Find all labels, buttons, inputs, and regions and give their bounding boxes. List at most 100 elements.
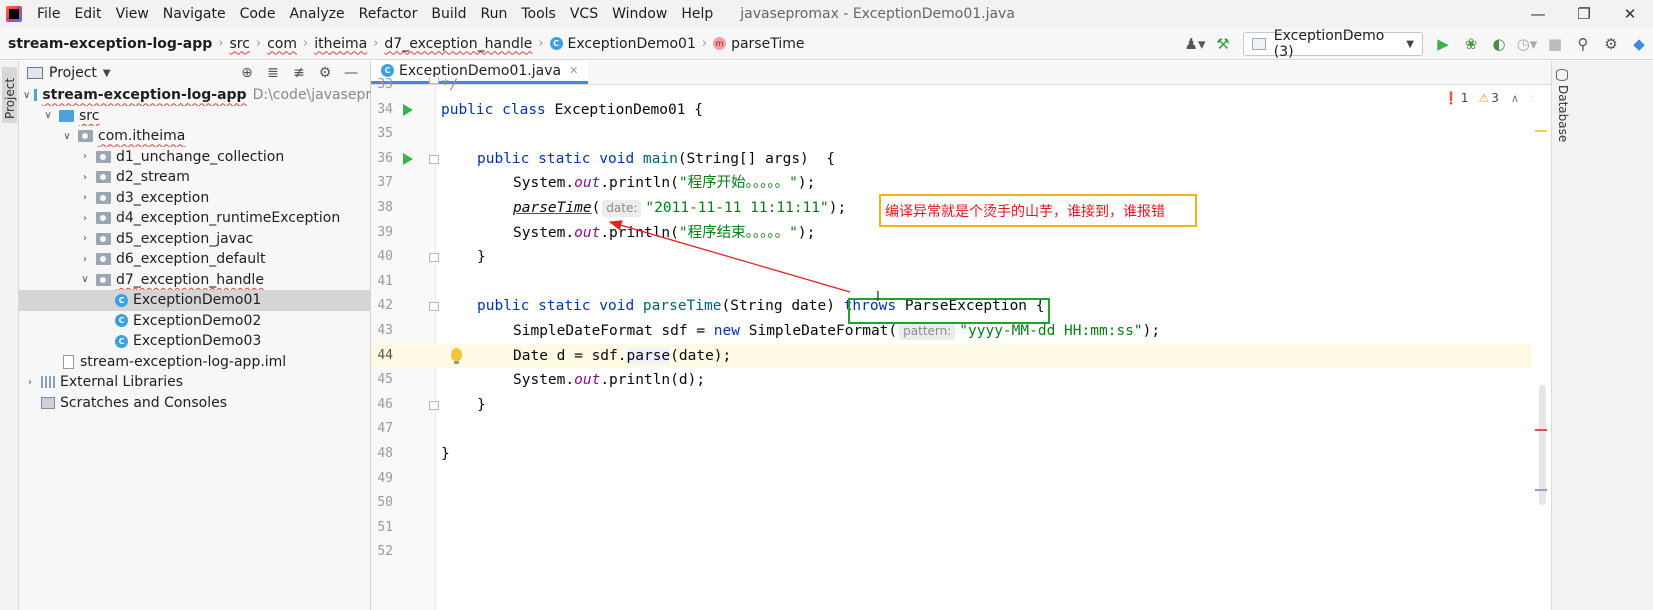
coverage-icon[interactable]: ◐ bbox=[1485, 30, 1513, 58]
keyword: public bbox=[441, 101, 494, 118]
menu-build[interactable]: Build bbox=[424, 6, 473, 22]
tree-item-com-itheima[interactable]: ∨ com.itheima bbox=[19, 126, 371, 147]
menu-vcs[interactable]: VCS bbox=[563, 6, 605, 22]
chevron-right-icon[interactable]: › bbox=[78, 172, 92, 183]
chevron-right-icon[interactable]: › bbox=[78, 213, 92, 224]
tree-item-label: Scratches and Consoles bbox=[60, 394, 227, 411]
menu-refactor[interactable]: Refactor bbox=[352, 6, 425, 22]
tree-item-label: com.itheima bbox=[98, 128, 186, 145]
breadcrumb-class[interactable]: C ExceptionDemo01 bbox=[546, 36, 700, 52]
error-stripe[interactable] bbox=[1533, 85, 1551, 610]
profile-icon[interactable]: ◷▾ bbox=[1513, 30, 1541, 58]
right-tool-strip: Database bbox=[1551, 61, 1653, 610]
tree-item-package[interactable]: › d5_exception_javac bbox=[19, 229, 371, 250]
fold-icon[interactable] bbox=[429, 154, 439, 164]
lightbulb-icon[interactable] bbox=[451, 347, 462, 364]
menu-help[interactable]: Help bbox=[674, 6, 720, 22]
breadcrumb-method[interactable]: m parseTime bbox=[709, 36, 808, 52]
chevron-down-icon[interactable]: ∨ bbox=[60, 131, 74, 142]
gear-icon[interactable]: ⚙ bbox=[312, 65, 338, 81]
close-window-button[interactable]: ✕ bbox=[1607, 0, 1653, 28]
tree-item-src[interactable]: ∨ src bbox=[19, 106, 371, 127]
restore-button[interactable]: ❐ bbox=[1561, 0, 1607, 28]
close-tab-icon[interactable]: ✕ bbox=[569, 64, 578, 77]
menu-edit[interactable]: Edit bbox=[67, 6, 108, 22]
breadcrumb-com[interactable]: com bbox=[263, 36, 301, 52]
chevron-right-icon[interactable]: › bbox=[78, 233, 92, 244]
menu-analyze[interactable]: Analyze bbox=[282, 6, 351, 22]
tree-item-scratches[interactable]: Scratches and Consoles bbox=[19, 393, 371, 414]
fold-icon[interactable] bbox=[429, 253, 439, 263]
tree-item-package[interactable]: › d2_stream bbox=[19, 167, 371, 188]
tree-item-external-libraries[interactable]: › External Libraries bbox=[19, 372, 371, 393]
collapse-all-icon[interactable]: ≢ bbox=[286, 65, 312, 81]
tree-item-path: D:\code\javasepromax\ bbox=[252, 87, 371, 104]
tree-item-class-selected[interactable]: C ExceptionDemo01 bbox=[19, 290, 371, 311]
chevron-right-icon[interactable]: › bbox=[78, 254, 92, 265]
build-hammer-icon[interactable]: ⚒ bbox=[1209, 30, 1237, 58]
chevron-down-icon[interactable]: ∨ bbox=[78, 274, 92, 285]
menu-file[interactable]: File bbox=[30, 6, 67, 22]
plugin-icon[interactable]: ◆ bbox=[1625, 30, 1653, 58]
tree-item-package[interactable]: › d1_unchange_collection bbox=[19, 147, 371, 168]
chevron-right-icon[interactable]: › bbox=[23, 377, 37, 388]
chevron-right-icon[interactable]: › bbox=[78, 192, 92, 203]
project-tool-tab[interactable]: Project bbox=[2, 67, 17, 123]
breadcrumb-itheima[interactable]: itheima bbox=[310, 36, 371, 52]
user-icon[interactable]: ♟▾ bbox=[1181, 30, 1209, 58]
tree-item-package[interactable]: › d3_exception bbox=[19, 188, 371, 209]
run-gutter-icon[interactable] bbox=[403, 152, 413, 165]
tree-item-iml[interactable]: stream-exception-log-app.iml bbox=[19, 352, 371, 373]
minimize-button[interactable]: — bbox=[1515, 0, 1561, 28]
tree-item-package[interactable]: ∨ d7_exception_handle bbox=[19, 270, 371, 291]
fold-icon[interactable] bbox=[429, 302, 439, 312]
tree-item-project[interactable]: ∨ stream-exception-log-app D:\code\javas… bbox=[19, 85, 371, 106]
fold-icon[interactable] bbox=[429, 77, 439, 84]
chevron-down-icon[interactable]: ∨ bbox=[23, 90, 30, 101]
menu-run[interactable]: Run bbox=[474, 6, 515, 22]
menu-window[interactable]: Window bbox=[605, 6, 674, 22]
run-icon[interactable]: ▶ bbox=[1429, 30, 1457, 58]
tree-item-package[interactable]: › d6_exception_default bbox=[19, 249, 371, 270]
hide-panel-icon[interactable]: — bbox=[338, 65, 364, 81]
project-panel-title[interactable]: Project bbox=[49, 65, 97, 81]
keyword: public bbox=[477, 298, 530, 315]
fold-icon[interactable] bbox=[429, 400, 439, 410]
tree-item-class[interactable]: C ExceptionDemo02 bbox=[19, 311, 371, 332]
stop-icon[interactable]: ■ bbox=[1541, 30, 1569, 58]
tree-item-package[interactable]: › d4_exception_runtimeException bbox=[19, 208, 371, 229]
breadcrumb-src[interactable]: src bbox=[225, 36, 253, 52]
line-number: 36 bbox=[377, 150, 393, 166]
class-icon: C bbox=[549, 37, 563, 50]
line-number: 35 bbox=[377, 126, 393, 142]
menu-navigate[interactable]: Navigate bbox=[156, 6, 233, 22]
tree-item-label: d1_unchange_collection bbox=[116, 148, 285, 165]
code-text: System.out.println(d); bbox=[513, 368, 705, 393]
menu-tools[interactable]: Tools bbox=[514, 6, 563, 22]
breadcrumb-package[interactable]: d7_exception_handle bbox=[380, 36, 536, 52]
warning-stripe-mark[interactable] bbox=[1535, 130, 1547, 132]
code-lines[interactable]: 33 */ 34 public class ExceptionDemo01 { … bbox=[371, 77, 1531, 610]
tree-item-class[interactable]: C ExceptionDemo03 bbox=[19, 331, 371, 352]
chevron-down-icon[interactable]: ∨ bbox=[41, 110, 55, 121]
run-gutter-icon[interactable] bbox=[403, 103, 413, 116]
error-stripe-mark[interactable] bbox=[1535, 429, 1547, 431]
menu-code[interactable]: Code bbox=[233, 6, 283, 22]
locate-icon[interactable]: ⊕ bbox=[234, 65, 260, 81]
breadcrumb-project[interactable]: stream-exception-log-app bbox=[0, 36, 216, 52]
code-text: System.out.println("程序开始。。。。。"); bbox=[513, 171, 815, 196]
chevron-right-icon[interactable]: › bbox=[78, 151, 92, 162]
gear-icon[interactable]: ⚙ bbox=[1597, 30, 1625, 58]
database-tool-tab[interactable]: Database bbox=[1556, 69, 1571, 149]
breadcrumb-class-label: ExceptionDemo01 bbox=[567, 35, 696, 52]
info-stripe-mark[interactable] bbox=[1535, 489, 1547, 491]
debug-icon[interactable]: ❀ bbox=[1457, 30, 1485, 58]
code-token: ); bbox=[797, 224, 816, 241]
chevron-down-icon[interactable]: ▼ bbox=[103, 68, 111, 79]
code-text: System.out.println("程序结束。。。。。"); bbox=[513, 221, 815, 246]
run-config-select[interactable]: ExceptionDemo (3) ▼ bbox=[1243, 28, 1423, 60]
expand-all-icon[interactable]: ≣ bbox=[260, 65, 286, 81]
search-icon[interactable]: ⚲ bbox=[1569, 30, 1597, 58]
menu-view[interactable]: View bbox=[109, 6, 156, 22]
vertical-scrollbar[interactable] bbox=[1539, 385, 1546, 505]
